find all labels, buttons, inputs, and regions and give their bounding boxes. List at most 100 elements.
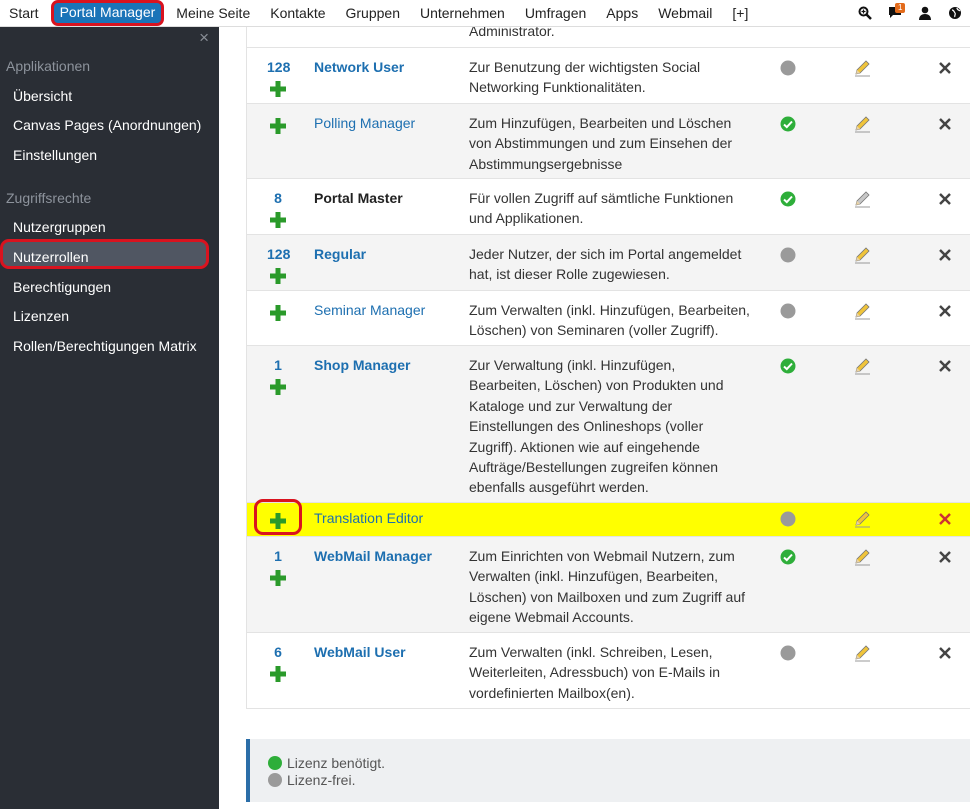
delete-icon[interactable] <box>938 61 952 75</box>
description-line: Zum Verwalten (inkl. Schreiben, Lesen, <box>469 644 713 660</box>
sidebar-item-nutzergruppen[interactable]: Nutzergruppen <box>13 219 106 235</box>
delete-icon[interactable] <box>938 117 952 131</box>
license-legend: Lizenz benötigt. Lizenz-frei. <box>246 739 970 802</box>
description-line: Zum Verwalten (inkl. Hinzufügen, Bearbei… <box>469 302 750 318</box>
sidebar-item-matrix[interactable]: Rollen/Berechtigungen Matrix <box>13 338 197 354</box>
edit-pencil-icon[interactable] <box>853 302 871 320</box>
role-description: Zur Benutzung der wichtigsten Social Netw… <box>469 57 759 98</box>
user-icon[interactable] <box>910 0 940 26</box>
delete-icon[interactable] <box>938 550 952 564</box>
legend-licensed-label: Lizenz benötigt. <box>287 755 386 771</box>
delete-icon[interactable] <box>938 646 952 660</box>
delete-icon[interactable] <box>938 192 952 206</box>
delete-icon[interactable] <box>938 248 952 262</box>
add-member-icon[interactable] <box>268 116 288 136</box>
table-row: 8 Portal Master Für vollen Zugriff auf säm… <box>246 179 970 235</box>
role-description: Zum Verwalten (inkl. Schreiben, Lesen, We… <box>469 642 759 703</box>
role-name[interactable]: WebMail Manager <box>314 548 432 564</box>
member-count[interactable]: 128 <box>267 246 290 262</box>
notification-badge: 1 <box>895 3 906 13</box>
role-name[interactable]: Shop Manager <box>314 357 410 373</box>
role-name[interactable]: Translation Editor <box>314 510 423 526</box>
globe-icon[interactable] <box>940 0 970 26</box>
role-name[interactable]: Polling Manager <box>314 115 415 131</box>
description-line: Abstimmungsergebnisse <box>469 155 623 172</box>
sidebar-item-canvas-pages[interactable]: Canvas Pages (Anordnungen) <box>13 117 201 133</box>
add-member-icon[interactable] <box>268 266 288 286</box>
license-required-icon <box>780 358 796 374</box>
nav-gruppen[interactable]: Gruppen <box>336 0 410 26</box>
chat-icon[interactable]: 1 <box>880 0 910 26</box>
delete-icon[interactable] <box>938 359 952 373</box>
delete-icon[interactable] <box>938 304 952 318</box>
role-description: Zur Verwaltung (inkl. Hinzufügen, Bearbei… <box>469 355 759 498</box>
role-description: Jeder Nutzer, der sich im Portal angemel… <box>469 244 759 285</box>
role-name[interactable]: Regular <box>314 246 366 262</box>
description-line: Kataloge und zur Verwaltung der <box>469 397 673 414</box>
section-title-zugriffsrechte: Zugriffsrechte <box>6 190 92 206</box>
add-member-icon[interactable] <box>268 303 288 323</box>
table-row: 128 Regular Jeder Nutzer, der sich im Port… <box>246 235 970 291</box>
table-row: 1 Shop Manager Zur Verwaltung (inkl. Hinzu… <box>246 346 970 503</box>
role-name[interactable]: WebMail User <box>314 644 406 660</box>
table-row: 6 WebMail User Zum Verwalten (inkl. Schrei… <box>246 633 970 709</box>
edit-pencil-icon[interactable] <box>853 115 871 133</box>
description-line: Zum Hinzufügen, Bearbeiten und Löschen <box>469 115 732 131</box>
role-description: Zum Einrichten von Webmail Nutzern, zum V… <box>469 546 759 628</box>
description-line: Zur Benutzung der wichtigsten Social <box>469 59 701 75</box>
description-line: Zum Einrichten von Webmail Nutzern, zum <box>469 548 735 564</box>
edit-pencil-icon[interactable] <box>853 190 871 208</box>
nav-webmail[interactable]: Webmail <box>648 0 722 26</box>
add-member-icon[interactable] <box>268 664 288 684</box>
member-count[interactable]: 1 <box>267 548 289 564</box>
add-member-icon[interactable] <box>268 79 288 99</box>
role-name[interactable]: Seminar Manager <box>314 302 425 318</box>
nav-meine-seite[interactable]: Meine Seite <box>166 0 260 26</box>
license-required-icon <box>780 549 796 565</box>
table-row: Seminar Manager Zum Verwalten (inkl. Hinz… <box>246 291 970 346</box>
nav-add-tab[interactable]: [+] <box>722 0 758 26</box>
license-free-icon <box>780 247 796 263</box>
member-count[interactable]: 8 <box>267 190 289 206</box>
top-icons: 1 <box>850 0 970 26</box>
role-description: Zum Verwalten (inkl. Hinzufügen, Bearbei… <box>469 300 759 341</box>
role-name[interactable]: Portal Master <box>314 190 403 206</box>
sidebar-item-nutzerrollen[interactable]: Nutzerrollen <box>0 239 209 269</box>
nav-apps[interactable]: Apps <box>596 0 648 26</box>
table-row: Translation Editor <box>246 499 970 537</box>
edit-pencil-icon[interactable] <box>853 510 871 528</box>
nav-unternehmen[interactable]: Unternehmen <box>410 0 515 26</box>
member-count[interactable]: 1 <box>267 357 289 373</box>
sidebar-item-einstellungen[interactable]: Einstellungen <box>13 147 97 163</box>
nav-start[interactable]: Start <box>0 0 49 26</box>
add-member-icon[interactable] <box>268 210 288 230</box>
member-count[interactable]: 6 <box>267 644 289 660</box>
add-member-icon[interactable] <box>268 377 288 397</box>
role-description: Für vollen Zugriff auf sämtliche Funktio… <box>469 188 759 229</box>
search-icon[interactable] <box>850 0 880 26</box>
edit-pencil-icon[interactable] <box>853 59 871 77</box>
role-name[interactable]: Network User <box>314 59 404 75</box>
license-required-icon <box>780 116 796 132</box>
description-line: Weiterleiten, Adressbuch) von E-Mails in <box>469 664 721 681</box>
table-row: 1 WebMail Manager Zum Einrichten von Webma… <box>246 537 970 633</box>
sidebar-item-berechtigungen[interactable]: Berechtigungen <box>13 279 111 295</box>
nav-kontakte[interactable]: Kontakte <box>260 0 335 26</box>
nav-portal-manager[interactable]: Portal Manager <box>50 0 165 26</box>
add-member-icon[interactable] <box>268 568 288 588</box>
delete-icon[interactable] <box>938 512 952 526</box>
table-row: Polling Manager Zum Hinzufügen, Bearbeite… <box>246 104 970 179</box>
legend-free-label: Lizenz-frei. <box>287 772 356 788</box>
sidebar-item-uebersicht[interactable]: Übersicht <box>13 88 72 104</box>
edit-pencil-icon[interactable] <box>853 246 871 264</box>
nav-umfragen[interactable]: Umfragen <box>515 0 596 26</box>
edit-pencil-icon[interactable] <box>853 548 871 566</box>
close-sidebar-icon[interactable]: × <box>199 28 209 48</box>
edit-pencil-icon[interactable] <box>853 357 871 375</box>
edit-pencil-icon[interactable] <box>853 644 871 662</box>
description-line: Für vollen Zugriff auf sämtliche Funktio… <box>469 190 734 206</box>
license-free-icon <box>780 303 796 319</box>
member-count[interactable]: 128 <box>267 59 290 75</box>
sidebar-item-lizenzen[interactable]: Lizenzen <box>13 308 69 324</box>
description-line: Löschen) von Mailboxen und zum Zugriff a… <box>469 588 746 605</box>
